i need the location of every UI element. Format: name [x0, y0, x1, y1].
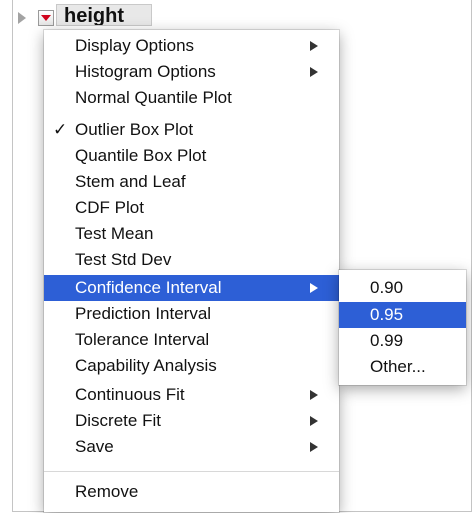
- confidence-interval-submenu: 0.90 0.95 0.99 Other...: [339, 270, 466, 385]
- menu-item-label: Save: [75, 437, 114, 456]
- menu-item-confidence-interval[interactable]: Confidence Interval: [44, 275, 339, 301]
- checkmark-icon: ✓: [53, 120, 68, 139]
- submenu-item-0-99[interactable]: 0.99: [339, 328, 466, 354]
- submenu-arrow-icon: [310, 416, 318, 426]
- menu-item-normal-quantile-plot[interactable]: Normal Quantile Plot: [44, 85, 339, 111]
- menu-item-cdf-plot[interactable]: CDF Plot: [44, 195, 339, 221]
- menu-item-capability-analysis[interactable]: Capability Analysis: [44, 353, 339, 379]
- menu-item-label: Capability Analysis: [75, 356, 217, 375]
- menu-item-tolerance-interval[interactable]: Tolerance Interval: [44, 327, 339, 353]
- menu-item-test-std-dev[interactable]: Test Std Dev: [44, 247, 339, 273]
- disclosure-triangle-icon[interactable]: [18, 12, 26, 24]
- menu-item-label: Prediction Interval: [75, 304, 212, 323]
- menu-item-display-options[interactable]: Display Options: [44, 33, 339, 59]
- menu-item-remove[interactable]: Remove: [44, 479, 339, 505]
- menu-item-label: Quantile Box Plot: [75, 146, 207, 165]
- menu-item-label: Confidence Interval: [75, 278, 222, 297]
- menu-item-label: Continuous Fit: [75, 385, 185, 404]
- red-triangle-menu-button[interactable]: [38, 10, 54, 26]
- menu-item-prediction-interval[interactable]: Prediction Interval: [44, 301, 339, 327]
- submenu-arrow-icon: [310, 283, 318, 293]
- submenu-item-label: 0.90: [370, 278, 404, 297]
- submenu-item-0-95[interactable]: 0.95: [339, 302, 466, 328]
- submenu-arrow-icon: [310, 41, 318, 51]
- menu-item-label: Discrete Fit: [75, 411, 161, 430]
- report-title[interactable]: height: [56, 4, 152, 26]
- submenu-item-label: 0.95: [370, 305, 404, 324]
- submenu-arrow-icon: [310, 390, 318, 400]
- submenu-item-0-90[interactable]: 0.90: [339, 275, 466, 301]
- menu-item-label: Remove: [75, 482, 139, 501]
- submenu-item-other[interactable]: Other...: [339, 354, 466, 380]
- submenu-arrow-icon: [310, 67, 318, 77]
- menu-item-histogram-options[interactable]: Histogram Options: [44, 59, 339, 85]
- menu-item-label: Outlier Box Plot: [75, 120, 194, 139]
- menu-item-label: Histogram Options: [75, 62, 216, 81]
- menu-item-label: Stem and Leaf: [75, 172, 186, 191]
- menu-item-continuous-fit[interactable]: Continuous Fit: [44, 382, 339, 408]
- submenu-item-label: Other...: [370, 357, 426, 376]
- menu-item-label: Tolerance Interval: [75, 330, 210, 349]
- menu-item-label: Display Options: [75, 36, 195, 55]
- red-triangle-icon: [41, 15, 51, 21]
- menu-item-quantile-box-plot[interactable]: Quantile Box Plot: [44, 143, 339, 169]
- submenu-arrow-icon: [310, 442, 318, 452]
- menu-separator: [44, 471, 339, 472]
- menu-item-test-mean[interactable]: Test Mean: [44, 221, 339, 247]
- menu-item-label: Normal Quantile Plot: [75, 88, 232, 107]
- menu-item-label: Test Mean: [75, 224, 154, 243]
- menu-item-stem-and-leaf[interactable]: Stem and Leaf: [44, 169, 339, 195]
- menu-item-label: CDF Plot: [75, 198, 144, 217]
- menu-item-label: Test Std Dev: [75, 250, 172, 269]
- context-menu: Display Options Histogram Options Normal…: [44, 30, 339, 512]
- menu-item-save[interactable]: Save: [44, 434, 339, 460]
- submenu-item-label: 0.99: [370, 331, 404, 350]
- menu-item-outlier-box-plot[interactable]: ✓ Outlier Box Plot: [44, 117, 339, 143]
- menu-item-discrete-fit[interactable]: Discrete Fit: [44, 408, 339, 434]
